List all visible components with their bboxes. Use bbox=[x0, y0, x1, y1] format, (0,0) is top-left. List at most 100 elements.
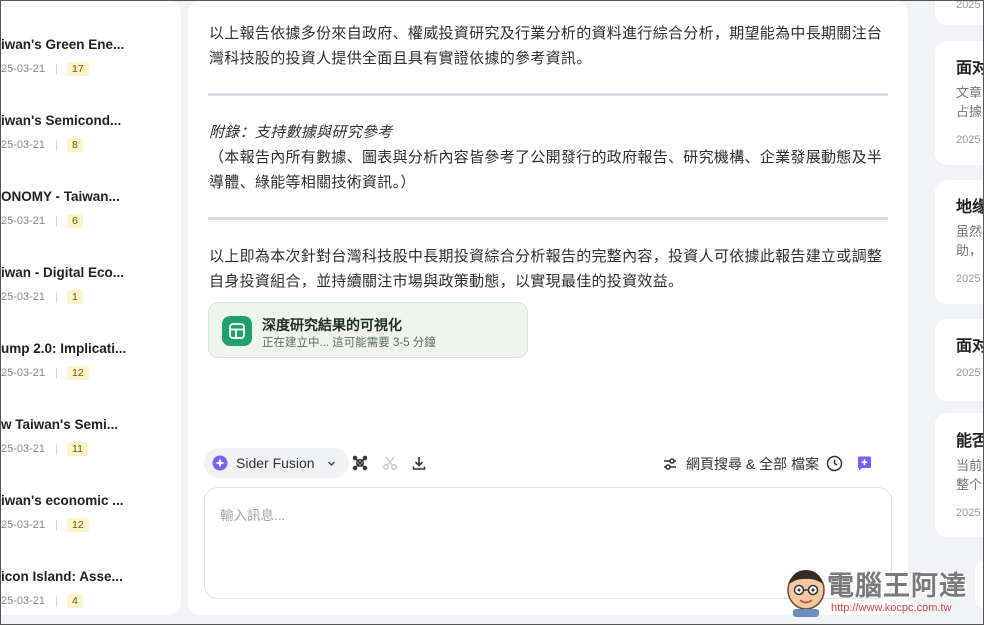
report-paragraph: 以上即為本次針對台灣科技股中長期投資綜合分析報告的完整內容，投資人可依據此報告建… bbox=[209, 248, 883, 290]
article-card[interactable]: 地缘 虽然 助， 2025 bbox=[935, 180, 983, 304]
divider bbox=[56, 519, 58, 531]
article-snippet: 整个 bbox=[956, 477, 983, 492]
source-meta: 25-03-21 4 bbox=[1, 594, 83, 608]
source-count-badge: 1 bbox=[67, 290, 83, 304]
source-meta: 25-03-21 8 bbox=[1, 138, 83, 152]
article-date: 2025 bbox=[956, 367, 981, 379]
web-search-toggle[interactable]: 網頁搜尋 & 全部 檔案 bbox=[662, 454, 819, 474]
source-date: 25-03-21 bbox=[1, 595, 46, 607]
source-date: 25-03-21 bbox=[1, 443, 46, 455]
source-title: icon Island: Asse... bbox=[1, 569, 123, 584]
appendix-title: 附錄：支持數據與研究參考 bbox=[209, 124, 393, 141]
article-date: 2025 bbox=[956, 134, 981, 146]
article-date: 2025 bbox=[956, 1, 981, 11]
source-meta: 25-03-21 6 bbox=[1, 214, 83, 228]
report-content: 以上報告依據多份來自政府、權威投資研究及行業分析的資料進行綜合分析，期望能為中長… bbox=[188, 1, 908, 615]
related-articles-panel: 2025 面对 文章 占據 2025 地缘 虽然 助， 2025 面对 2025… bbox=[915, 1, 983, 615]
source-title: iwan's Green Ene... bbox=[1, 37, 125, 52]
article-snippet: 虽然 bbox=[956, 224, 983, 239]
source-title: w Taiwan's Semi... bbox=[1, 417, 118, 432]
section-divider bbox=[208, 217, 888, 220]
visualization-title: 深度研究結果的可視化 bbox=[262, 317, 402, 333]
source-title: ump 2.0: Implicati... bbox=[1, 341, 127, 356]
source-date: 25-03-21 bbox=[1, 215, 46, 227]
source-date: 25-03-21 bbox=[1, 519, 46, 531]
appendix-section: 附錄：支持數據與研究參考 （本報告內所有數據、圖表與分析內容皆參考了公開發行的政… bbox=[209, 120, 894, 195]
download-icon[interactable] bbox=[410, 454, 428, 472]
model-name: Sider Fusion bbox=[236, 455, 315, 471]
source-count-badge: 11 bbox=[67, 442, 88, 456]
appendix-body: （本報告內所有數據、圖表與分析內容皆參考了公開發行的政府報告、研究機構、企業發展… bbox=[209, 149, 883, 191]
source-meta: 25-03-21 12 bbox=[1, 366, 89, 380]
source-item[interactable]: iwan's Semicond... 25-03-21 8 bbox=[1, 113, 181, 173]
chevron-down-icon bbox=[327, 461, 335, 466]
article-title: 面对 bbox=[956, 60, 983, 77]
source-title: iwan - Digital Eco... bbox=[1, 265, 125, 280]
sliders-icon bbox=[664, 458, 676, 470]
source-item[interactable]: icon Island: Asse... 25-03-21 4 bbox=[1, 569, 181, 615]
web-search-label: 網頁搜尋 & 全部 檔案 bbox=[686, 456, 820, 472]
source-meta: 25-03-21 17 bbox=[1, 62, 89, 76]
watermark-url: http://www.kocpc.com.tw bbox=[831, 602, 952, 614]
source-meta: 25-03-21 12 bbox=[1, 518, 89, 532]
article-snippet: 助， bbox=[956, 243, 983, 258]
source-item[interactable]: iwan - Digital Eco... 25-03-21 1 bbox=[1, 265, 181, 325]
new-chat-icon[interactable] bbox=[855, 454, 873, 472]
source-date: 25-03-21 bbox=[1, 139, 46, 151]
section-divider bbox=[208, 93, 888, 96]
source-item[interactable]: iwan's Green Ene... 25-03-21 17 bbox=[1, 37, 181, 97]
article-title: 地缘 bbox=[956, 199, 983, 216]
article-snippet: 占據 bbox=[956, 104, 983, 119]
article-card[interactable]: 2025 bbox=[935, 1, 983, 25]
source-date: 25-03-21 bbox=[1, 291, 46, 303]
source-count-badge: 12 bbox=[67, 366, 89, 380]
visualization-status: 正在建立中... 這可能需要 3-5 分鐘 bbox=[262, 337, 436, 349]
sources-panel: iwan's Green Ene... 25-03-21 17 iwan's S… bbox=[1, 1, 181, 615]
article-date: 2025 bbox=[956, 273, 981, 285]
app-window: iwan's Green Ene... 25-03-21 17 iwan's S… bbox=[0, 0, 984, 625]
divider bbox=[56, 367, 58, 379]
article-card[interactable]: 能否 当前 整个 2025 bbox=[935, 413, 983, 537]
report-paragraph: 以上報告依據多份來自政府、權威投資研究及行業分析的資料進行綜合分析，期望能為中長… bbox=[209, 25, 883, 67]
article-title: 能否 bbox=[956, 433, 983, 450]
divider bbox=[56, 63, 58, 75]
source-item[interactable]: w Taiwan's Semi... 25-03-21 11 bbox=[1, 417, 181, 477]
article-title: 面对 bbox=[956, 338, 983, 355]
chat-toolbar: Sider Fusion 網頁搜尋 & 全部 檔案 bbox=[204, 447, 894, 479]
divider bbox=[56, 443, 58, 455]
source-title: iwan's Semicond... bbox=[1, 113, 122, 128]
source-count-badge: 12 bbox=[67, 518, 89, 532]
source-count-badge: 17 bbox=[67, 62, 89, 76]
source-count-badge: 4 bbox=[67, 594, 83, 608]
mascot-logo-icon bbox=[787, 570, 825, 617]
divider bbox=[56, 595, 58, 607]
source-count-badge: 8 bbox=[67, 138, 83, 152]
divider bbox=[56, 291, 58, 303]
source-count-badge: 6 bbox=[67, 214, 83, 228]
article-snippet: 文章 bbox=[956, 85, 983, 100]
source-date: 25-03-21 bbox=[1, 367, 46, 379]
divider bbox=[56, 139, 58, 151]
article-card[interactable]: 面对 文章 占據 2025 bbox=[935, 41, 983, 165]
clock-icon[interactable] bbox=[825, 454, 843, 472]
visualization-card[interactable]: 深度研究結果的可視化 正在建立中... 這可能需要 3-5 分鐘 bbox=[208, 302, 528, 358]
scissors-icon[interactable] bbox=[381, 454, 399, 472]
site-watermark: 電腦王阿達 http://www.kocpc.com.tw bbox=[779, 562, 983, 624]
layout-grid-icon bbox=[222, 316, 252, 346]
source-item[interactable]: iwan's economic ... 25-03-21 12 bbox=[1, 493, 181, 553]
model-selector[interactable]: Sider Fusion bbox=[204, 448, 349, 478]
source-meta: 25-03-21 11 bbox=[1, 442, 88, 456]
source-title: ONOMY - Taiwan... bbox=[1, 189, 120, 204]
source-date: 25-03-21 bbox=[1, 63, 46, 75]
article-date: 2025 bbox=[956, 507, 981, 519]
source-item[interactable]: ONOMY - Taiwan... 25-03-21 6 bbox=[1, 189, 181, 249]
source-title: iwan's economic ... bbox=[1, 493, 124, 508]
message-input[interactable] bbox=[220, 504, 870, 584]
watermark-title: 電腦王阿達 bbox=[827, 571, 967, 601]
article-snippet: 当前 bbox=[956, 458, 983, 473]
divider bbox=[56, 215, 58, 227]
article-card[interactable]: 面对 2025 bbox=[935, 319, 983, 401]
tools-icon[interactable] bbox=[351, 454, 369, 472]
sider-logo-icon bbox=[212, 455, 228, 471]
source-item[interactable]: ump 2.0: Implicati... 25-03-21 12 bbox=[1, 341, 181, 401]
